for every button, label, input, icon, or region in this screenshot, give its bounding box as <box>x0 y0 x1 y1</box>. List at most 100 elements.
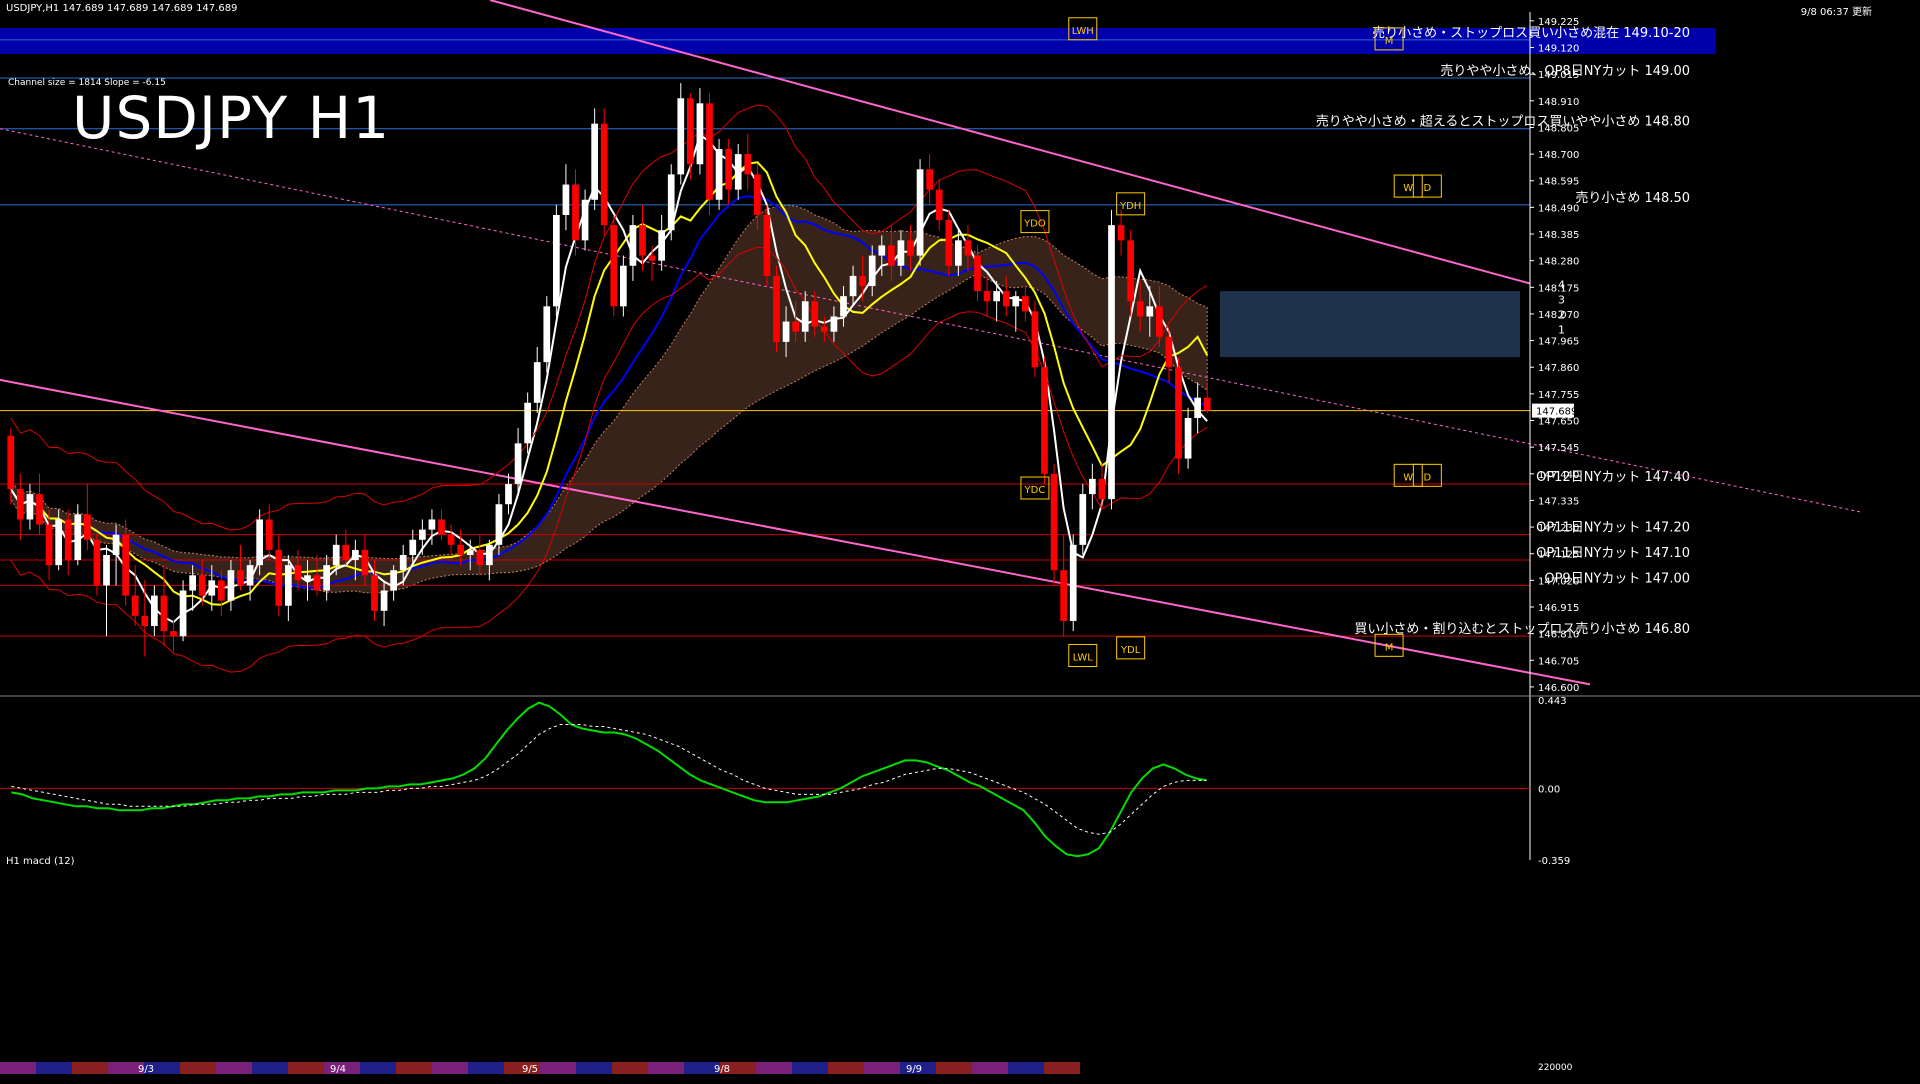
session-bar <box>756 1062 792 1074</box>
last-price-label: 147.689 <box>1536 407 1577 418</box>
candle-body <box>840 296 847 317</box>
candle-body <box>26 494 34 520</box>
session-bar <box>360 1062 396 1074</box>
candle-body <box>390 570 397 591</box>
candle-body <box>93 539 101 586</box>
session-bar <box>36 1062 72 1074</box>
price-tick-label: 148.490 <box>1538 203 1579 214</box>
candle-body <box>983 291 991 302</box>
price-tick-label: 147.125 <box>1538 550 1579 561</box>
candle-body <box>610 225 618 307</box>
candle-body <box>352 549 359 561</box>
price-tick-label: 147.335 <box>1538 496 1579 507</box>
candle-body <box>754 174 761 215</box>
session-bar <box>792 1062 828 1074</box>
session-bar <box>648 1062 684 1074</box>
session-bar <box>288 1062 324 1074</box>
price-tick-label: 147.860 <box>1538 363 1579 374</box>
candle-body <box>974 255 981 292</box>
date-label: 9/4 <box>330 1064 346 1075</box>
candle-body <box>189 575 196 591</box>
session-bar <box>1008 1062 1044 1074</box>
candle-body <box>1108 225 1115 500</box>
candle-body <box>131 595 139 616</box>
session-bar <box>612 1062 648 1074</box>
candle-body <box>7 435 15 490</box>
candle-body <box>868 255 876 287</box>
candle-body <box>677 98 685 175</box>
candle-body <box>667 174 675 231</box>
candle-body <box>246 565 254 586</box>
price-tick-label: 147.440 <box>1538 470 1579 481</box>
candle-body <box>763 214 771 276</box>
candle-body <box>55 519 62 566</box>
candle-body <box>715 149 723 200</box>
candle-body <box>553 214 560 307</box>
candle-body <box>849 275 857 297</box>
price-tick-label: 146.810 <box>1538 630 1579 641</box>
candle-body <box>801 301 809 332</box>
candle-body <box>629 225 637 266</box>
candle-body <box>294 565 302 581</box>
level-label: 売りやや小さめ・超えるとストップロス買いやや小さめ 148.80 <box>1316 114 1690 130</box>
candle-body <box>811 301 819 327</box>
volume-tick-label: 220000 <box>1538 1063 1573 1073</box>
candle-body <box>179 590 187 637</box>
price-tick-label: 148.700 <box>1538 150 1579 161</box>
candle-body <box>897 240 905 266</box>
candle-body <box>227 570 235 601</box>
session-bar <box>828 1062 864 1074</box>
price-tick-label: 147.965 <box>1538 337 1579 348</box>
price-chart[interactable]: 売り小さめ・ストップロス買い小さめ混在 149.10-20売りやや小さめ、OP8… <box>0 0 1920 1080</box>
projection-label: 1 <box>1558 324 1565 337</box>
candle-body <box>313 575 321 591</box>
candle-body <box>1184 417 1192 459</box>
candle-body <box>1127 240 1134 302</box>
marker-label: LWH <box>1072 26 1094 37</box>
candle-body <box>821 326 828 332</box>
candle-body <box>505 483 512 505</box>
session-bar <box>936 1062 972 1074</box>
price-tick-label: 149.015 <box>1538 70 1579 81</box>
candle-body <box>1117 225 1125 241</box>
candle-body <box>409 539 417 555</box>
session-bar <box>72 1062 108 1074</box>
candle-body <box>648 255 656 261</box>
session-bar <box>432 1062 468 1074</box>
session-bar <box>576 1062 612 1074</box>
price-tick-label: 147.020 <box>1538 576 1579 587</box>
candle-body <box>1165 336 1173 368</box>
candle-body <box>380 590 388 611</box>
candle-body <box>323 565 330 591</box>
marker-label: D <box>1424 183 1432 194</box>
candle-body <box>285 565 292 606</box>
candle-body <box>17 489 24 520</box>
candle-body <box>696 103 704 165</box>
candle-body <box>256 519 263 566</box>
price-tick-label: 148.175 <box>1538 283 1579 294</box>
candle-body <box>74 514 82 561</box>
macd-tick-label: 0.00 <box>1538 784 1560 795</box>
session-bar <box>540 1062 576 1074</box>
price-tick-label: 148.385 <box>1538 230 1579 241</box>
marker-label: LWL <box>1073 652 1094 663</box>
price-tick-label: 147.230 <box>1538 523 1579 534</box>
session-bar <box>396 1062 432 1074</box>
level-label: 売り小さめ・ストップロス買い小さめ混在 149.10-20 <box>1372 25 1690 41</box>
candle-body <box>466 549 474 555</box>
session-bar <box>180 1062 216 1074</box>
candle-body <box>304 575 311 581</box>
candle-body <box>361 549 369 576</box>
marker-label: M <box>1385 642 1394 653</box>
symbol-header: USDJPY,H1 147.689 147.689 147.689 147.68… <box>6 3 238 14</box>
marker-label: M <box>1385 36 1394 47</box>
candle-body <box>428 519 436 530</box>
candle-body <box>1002 291 1010 307</box>
price-tick-label: 148.070 <box>1538 310 1579 321</box>
level-label: 売り小さめ 148.50 <box>1575 190 1690 206</box>
candle-body <box>332 544 340 566</box>
candle-body <box>955 240 962 266</box>
candle-body <box>878 245 886 256</box>
date-label: 9/9 <box>906 1064 922 1075</box>
candle-body <box>926 169 933 190</box>
